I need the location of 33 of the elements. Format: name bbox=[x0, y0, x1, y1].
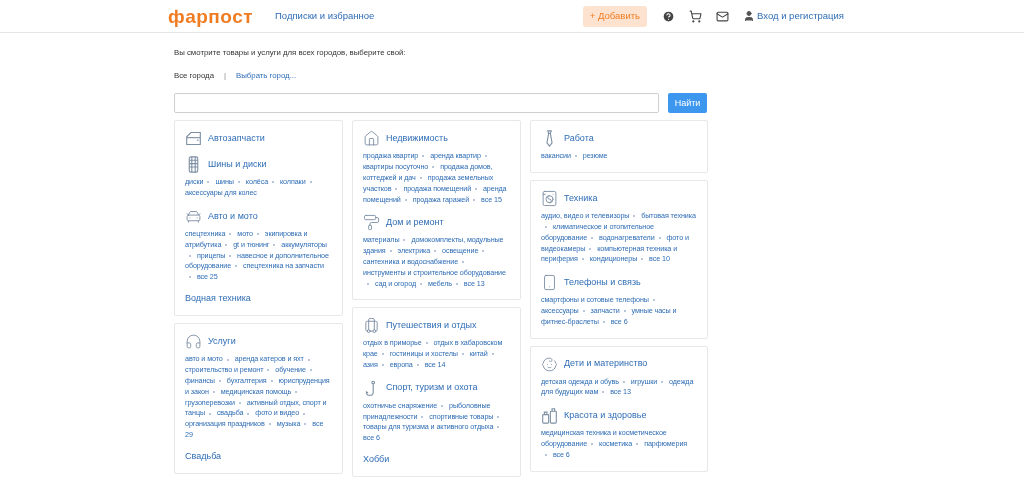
suitcase-icon bbox=[363, 317, 380, 335]
cart-icon[interactable] bbox=[689, 9, 702, 23]
category-link[interactable]: Шины и диски bbox=[208, 158, 267, 172]
category-link[interactable]: Недвижимость bbox=[386, 132, 448, 146]
search-field[interactable] bbox=[174, 93, 659, 114]
category-link[interactable]: Красота и здоровье bbox=[564, 408, 647, 423]
category-link[interactable]: Спорт, туризм и охота bbox=[386, 381, 478, 395]
category-link[interactable]: Телефоны и связь bbox=[564, 275, 641, 290]
category-link[interactable]: Хобби bbox=[363, 452, 390, 467]
category-link[interactable]: Авто и мото bbox=[208, 209, 258, 224]
paint-roller-icon bbox=[363, 214, 380, 232]
category-link[interactable]: Водная техника bbox=[185, 291, 251, 306]
bottles-icon bbox=[541, 407, 558, 425]
phone-icon bbox=[541, 274, 558, 292]
nav-link[interactable]: Подписки и избранное bbox=[275, 8, 375, 24]
category-link[interactable]: Дом и ремонт bbox=[386, 216, 444, 230]
category-link[interactable]: Услуги bbox=[208, 335, 236, 349]
car-door-icon bbox=[185, 130, 202, 148]
category-link[interactable]: Техника bbox=[564, 191, 598, 206]
mail-icon[interactable] bbox=[716, 9, 729, 23]
login-link[interactable]: Вход и регистрация bbox=[757, 8, 844, 24]
house-icon bbox=[363, 130, 380, 148]
category-link[interactable]: Работа bbox=[564, 132, 594, 146]
help-icon[interactable] bbox=[662, 9, 675, 23]
category-link[interactable]: Путешествия и отдых bbox=[386, 319, 477, 333]
search-button[interactable]: Найти bbox=[668, 93, 707, 114]
baby-face-icon bbox=[541, 355, 558, 373]
user-icon[interactable] bbox=[743, 10, 755, 22]
category-link[interactable]: Свадьба bbox=[185, 449, 222, 464]
category-link[interactable]: Дети и материнство bbox=[564, 357, 648, 371]
washing-machine-icon bbox=[541, 190, 558, 208]
headset-icon bbox=[185, 333, 202, 351]
category-link[interactable]: Автозапчасти bbox=[208, 132, 265, 146]
